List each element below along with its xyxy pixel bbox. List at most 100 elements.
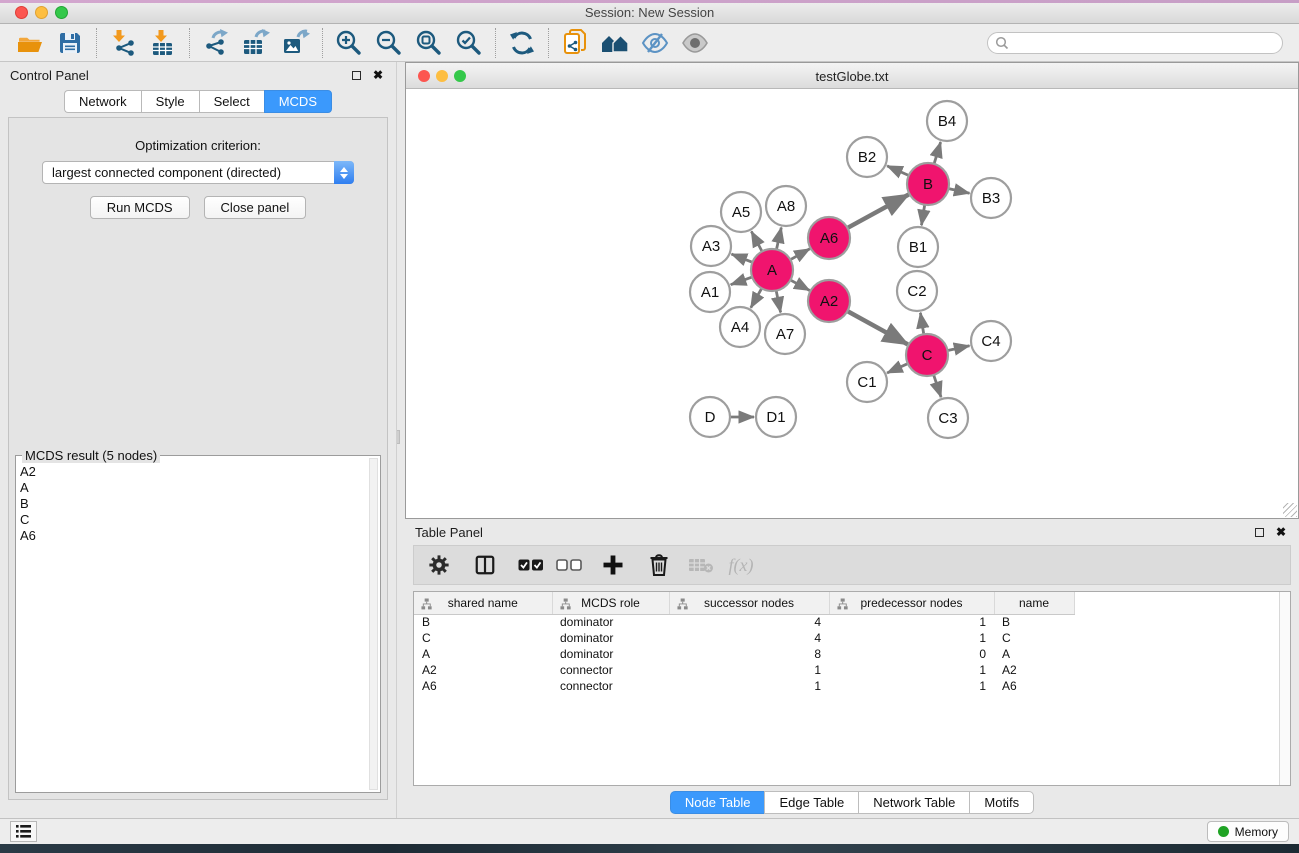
cell-shared-name[interactable]: A6 [414, 678, 552, 694]
edge-A-A8[interactable] [776, 227, 781, 250]
cell-name[interactable]: A2 [994, 662, 1074, 678]
network-window-titlebar[interactable]: testGlobe.txt [406, 63, 1298, 89]
tab-style[interactable]: Style [141, 90, 199, 113]
table-row[interactable]: A2connector11A2 [414, 662, 1090, 678]
cell-mcds-role[interactable]: dominator [552, 614, 669, 630]
result-item[interactable]: C [20, 512, 368, 528]
cell-predecessor-nodes[interactable]: 0 [829, 646, 994, 662]
cell-successor-nodes[interactable]: 1 [669, 678, 829, 694]
add-column-icon[interactable] [596, 550, 630, 580]
tab-network[interactable]: Network [64, 90, 141, 113]
edge-A-A6[interactable] [789, 249, 809, 260]
task-history-button[interactable] [10, 821, 37, 842]
export-image-icon[interactable] [276, 27, 316, 59]
zoom-fit-icon[interactable] [409, 27, 449, 59]
tab-network-table[interactable]: Network Table [858, 791, 969, 814]
export-network-icon[interactable] [196, 27, 236, 59]
close-panel-icon[interactable]: ✖ [370, 67, 386, 83]
result-item[interactable]: A [20, 480, 368, 496]
zoom-in-icon[interactable] [329, 27, 369, 59]
close-panel-button[interactable]: Close panel [204, 196, 307, 219]
cell-name[interactable]: C [994, 630, 1074, 646]
cell-predecessor-nodes[interactable]: 1 [829, 614, 994, 630]
network-graph[interactable]: B4B2BB3A8A5A6B1A3AA1C2A2A4A7C4CC1C3DD1 [406, 89, 1298, 518]
float-panel-icon[interactable] [348, 67, 364, 83]
result-scrollbar[interactable] [369, 458, 378, 790]
table-settings-icon[interactable] [422, 550, 456, 580]
cell-name[interactable]: A6 [994, 678, 1074, 694]
edge-A6-B[interactable] [847, 195, 909, 229]
edge-B-B3[interactable] [948, 188, 970, 193]
apply-layout-icon[interactable] [502, 27, 542, 59]
first-neighbors-icon[interactable] [595, 27, 635, 59]
optimization-criterion-select[interactable]: largest connected component (directed) [42, 161, 354, 184]
cell-predecessor-nodes[interactable]: 1 [829, 678, 994, 694]
import-network-icon[interactable] [103, 27, 143, 59]
cell-predecessor-nodes[interactable]: 1 [829, 630, 994, 646]
column-header-mcds-role[interactable]: MCDS role [552, 592, 669, 614]
network-canvas[interactable]: B4B2BB3A8A5A6B1A3AA1C2A2A4A7C4CC1C3DD1 [406, 89, 1298, 518]
result-item[interactable]: B [20, 496, 368, 512]
delete-table-icon[interactable] [684, 550, 718, 580]
show-all-icon[interactable] [675, 27, 715, 59]
result-item[interactable]: A2 [20, 464, 368, 480]
edge-A-A5[interactable] [751, 231, 762, 252]
table-row[interactable]: Cdominator41C [414, 630, 1090, 646]
select-all-icon[interactable] [514, 550, 548, 580]
edge-A-A3[interactable] [731, 254, 753, 263]
cell-successor-nodes[interactable]: 1 [669, 662, 829, 678]
tab-mcds[interactable]: MCDS [264, 90, 332, 113]
edge-B-B4[interactable] [934, 142, 941, 165]
tab-edge-table[interactable]: Edge Table [764, 791, 858, 814]
float-table-panel-icon[interactable] [1251, 524, 1267, 540]
mcds-result-list[interactable]: A2ABCA6 [20, 464, 368, 790]
export-table-icon[interactable] [236, 27, 276, 59]
new-network-from-selection-icon[interactable] [555, 27, 595, 59]
tab-select[interactable]: Select [199, 90, 264, 113]
cell-successor-nodes[interactable]: 4 [669, 630, 829, 646]
edge-A-A4[interactable] [751, 287, 762, 307]
cell-predecessor-nodes[interactable]: 1 [829, 662, 994, 678]
edge-C-C4[interactable] [947, 346, 970, 351]
table-row[interactable]: A6connector11A6 [414, 678, 1090, 694]
column-header-name[interactable]: name [994, 592, 1074, 614]
open-file-icon[interactable] [10, 27, 50, 59]
cell-mcds-role[interactable]: connector [552, 662, 669, 678]
edge-A2-C[interactable] [847, 311, 908, 345]
save-session-icon[interactable] [50, 27, 90, 59]
cell-successor-nodes[interactable]: 8 [669, 646, 829, 662]
cell-shared-name[interactable]: A2 [414, 662, 552, 678]
cell-shared-name[interactable]: C [414, 630, 552, 646]
memory-button[interactable]: Memory [1207, 821, 1289, 842]
hide-selected-icon[interactable] [635, 27, 675, 59]
cell-mcds-role[interactable]: dominator [552, 646, 669, 662]
edge-A-A2[interactable] [790, 280, 810, 291]
column-header-predecessor-nodes[interactable]: predecessor nodes [829, 592, 994, 614]
edge-A-A7[interactable] [776, 290, 781, 313]
column-header-shared-name[interactable]: shared name [414, 592, 552, 614]
zoom-selected-icon[interactable] [449, 27, 489, 59]
cell-name[interactable]: B [994, 614, 1074, 630]
edge-A-A1[interactable] [731, 277, 753, 285]
cell-successor-nodes[interactable]: 4 [669, 614, 829, 630]
node-table[interactable]: shared nameMCDS rolesuccessor nodesprede… [414, 592, 1090, 694]
cell-name[interactable]: A [994, 646, 1074, 662]
cell-shared-name[interactable]: B [414, 614, 552, 630]
edge-C-C3[interactable] [933, 374, 941, 397]
cell-shared-name[interactable]: A [414, 646, 552, 662]
cell-mcds-role[interactable]: dominator [552, 630, 669, 646]
edge-C-C2[interactable] [920, 313, 924, 336]
column-selector-icon[interactable] [468, 550, 502, 580]
table-row[interactable]: Bdominator41B [414, 614, 1090, 630]
delete-column-icon[interactable] [642, 550, 676, 580]
window-resize-grip[interactable] [1283, 503, 1297, 517]
run-mcds-button[interactable]: Run MCDS [90, 196, 190, 219]
edge-B-B2[interactable] [887, 166, 910, 176]
search-input[interactable] [987, 32, 1283, 54]
close-table-panel-icon[interactable]: ✖ [1273, 524, 1289, 540]
table-scrollbar[interactable] [1279, 592, 1290, 785]
column-header-successor-nodes[interactable]: successor nodes [669, 592, 829, 614]
result-item[interactable]: A6 [20, 528, 368, 544]
zoom-out-icon[interactable] [369, 27, 409, 59]
tab-node-table[interactable]: Node Table [670, 791, 765, 814]
